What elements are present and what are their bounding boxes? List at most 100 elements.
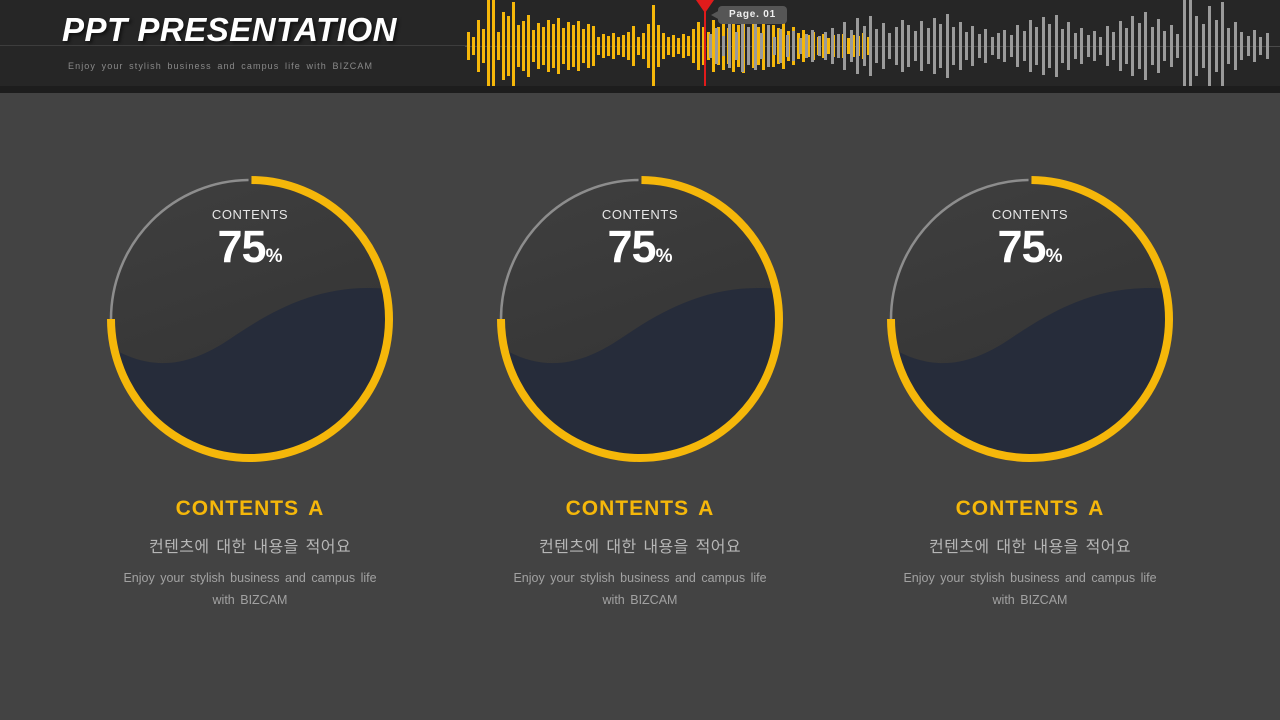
waveform-bar-unplayed xyxy=(869,16,872,76)
waveform-bar-unplayed xyxy=(926,28,930,64)
waveform-bar-unplayed xyxy=(1086,35,1090,57)
waveform-bar-unplayed xyxy=(1157,19,1160,73)
waveform-bar-unplayed xyxy=(741,20,744,72)
donut-gauge: CONTENTS 75% xyxy=(885,169,1175,469)
waveform-bar-played xyxy=(687,36,690,56)
waveform-bar-played xyxy=(677,38,680,54)
waveform-bar-unplayed xyxy=(1125,28,1128,64)
waveform-bar-unplayed xyxy=(1118,21,1122,71)
waveform-bar-unplayed xyxy=(1054,15,1058,77)
waveform-bar-unplayed xyxy=(888,33,892,59)
waveform-bar-unplayed xyxy=(817,36,821,56)
waveform-bar-played xyxy=(612,33,615,59)
waveform-bar-unplayed xyxy=(721,36,725,56)
waveform-bar-unplayed xyxy=(1131,16,1135,76)
waveform-bar-played xyxy=(827,38,830,54)
waveform-bar-unplayed xyxy=(945,14,949,78)
waveform-bar-played xyxy=(472,37,475,55)
waveform-bar-played xyxy=(497,32,500,60)
waveform-bar-unplayed xyxy=(1035,27,1039,65)
waveform-bar-unplayed xyxy=(1253,30,1256,62)
waveform-bar-unplayed xyxy=(1061,29,1064,63)
card-description: Enjoy your stylish business and campus l… xyxy=(903,571,1157,607)
waveform-bar-played xyxy=(602,34,605,58)
waveform-bar-played xyxy=(527,15,530,77)
waveform-bar-unplayed xyxy=(792,31,796,61)
waveform-bar-played xyxy=(582,29,585,63)
waveform-bar-unplayed xyxy=(1022,31,1026,61)
waveform-bar-unplayed xyxy=(1233,22,1237,70)
title-block: PPT PRESENTATION Enjoy your stylish busi… xyxy=(62,8,462,71)
waveform-bar-played xyxy=(697,22,700,70)
content-card[interactable]: CONTENTS 75% CONTENTS A 컨텐츠에 대한 내용을 적어요 … xyxy=(835,93,1225,611)
waveform-bar-unplayed xyxy=(875,29,879,63)
waveform-bar-unplayed xyxy=(984,29,988,63)
waveform-bar-unplayed xyxy=(760,33,764,59)
waveform-bar-played xyxy=(567,22,570,70)
card-title: CONTENTS A xyxy=(955,497,1105,520)
waveform-bar-played xyxy=(522,21,525,71)
waveform-bar-unplayed xyxy=(1208,6,1212,86)
card-korean-text: 컨텐츠에 대한 내용을 적어요 xyxy=(539,539,741,556)
page-subtitle: Enjoy your stylish business and campus l… xyxy=(68,61,374,71)
donut-gauge: CONTENTS 75% xyxy=(495,169,785,469)
waveform-bar-unplayed xyxy=(734,32,738,60)
waveform-bar-unplayed xyxy=(805,34,808,58)
waveform-bar-unplayed xyxy=(1176,34,1180,58)
waveform-bar-played xyxy=(682,34,685,58)
waveform-bar-unplayed xyxy=(1093,31,1096,61)
waveform-bar-unplayed xyxy=(913,31,917,61)
waveform-bar-played xyxy=(622,35,625,57)
waveform-bar-played xyxy=(562,28,565,64)
donut-gauge: CONTENTS 75% xyxy=(105,169,395,469)
waveform-bar-unplayed xyxy=(1227,28,1231,64)
waveform-bar-played xyxy=(557,18,560,74)
waveform-bar-unplayed xyxy=(773,37,776,55)
waveform-bar-unplayed xyxy=(933,18,936,74)
waveform-bar-unplayed xyxy=(753,22,757,70)
waveform-bar-unplayed xyxy=(1265,33,1269,59)
waveform-bar-unplayed xyxy=(837,34,840,58)
gauge-svg xyxy=(887,176,1173,462)
waveform-bar-played xyxy=(672,35,675,57)
waveform-bar-unplayed xyxy=(907,25,911,67)
waveform-bar-unplayed xyxy=(728,24,732,68)
waveform-bar-unplayed xyxy=(1259,37,1263,55)
content-card[interactable]: CONTENTS 75% CONTENTS A 컨텐츠에 대한 내용을 적어요 … xyxy=(445,93,835,611)
waveform-bar-unplayed xyxy=(1048,24,1052,68)
waveform-bar-unplayed xyxy=(766,25,770,67)
waveform-bar-played xyxy=(552,24,555,68)
waveform-bar-played xyxy=(502,12,505,80)
waveform-bar-played xyxy=(542,27,545,65)
waveform-bar-unplayed xyxy=(709,34,712,58)
card-text-block: CONTENTS A 컨텐츠에 대한 내용을 적어요 Enjoy your st… xyxy=(475,497,805,611)
waveform-bars xyxy=(465,0,1280,86)
waveform-bar-unplayed xyxy=(856,18,860,74)
waveform-bar-played xyxy=(782,23,785,69)
waveform-bar-unplayed xyxy=(1221,2,1224,86)
card-title: CONTENTS A xyxy=(565,497,715,520)
content-card[interactable]: CONTENTS 75% CONTENTS A 컨텐츠에 대한 내용을 적어요 … xyxy=(55,93,445,611)
waveform-bar-unplayed xyxy=(901,20,904,72)
content-card-row: CONTENTS 75% CONTENTS A 컨텐츠에 대한 내용을 적어요 … xyxy=(0,93,1280,611)
waveform-bar-unplayed xyxy=(1009,35,1013,57)
waveform-bar-unplayed xyxy=(1189,0,1192,86)
waveform-bar-played xyxy=(577,21,580,71)
waveform-bar-played xyxy=(617,37,620,55)
waveform-bar-played xyxy=(547,20,550,72)
waveform-bar-unplayed xyxy=(1137,23,1141,69)
waveform-bar-played xyxy=(512,2,515,86)
waveform-bar-played xyxy=(667,37,670,55)
waveform-bar-unplayed xyxy=(1029,20,1032,72)
waveform-bar-played xyxy=(487,0,490,86)
waveform-bar-unplayed xyxy=(1041,17,1045,75)
audio-waveform-track[interactable]: Page. 01 xyxy=(465,0,1280,86)
waveform-bar-unplayed xyxy=(779,29,783,63)
waveform-bar-unplayed xyxy=(830,28,834,64)
card-description: Enjoy your stylish business and campus l… xyxy=(123,571,377,607)
waveform-bar-played xyxy=(492,0,495,86)
waveform-bar-unplayed xyxy=(1214,20,1218,72)
gauge-svg xyxy=(497,176,783,462)
waveform-bar-unplayed xyxy=(990,37,994,55)
waveform-bar-unplayed xyxy=(843,22,847,70)
